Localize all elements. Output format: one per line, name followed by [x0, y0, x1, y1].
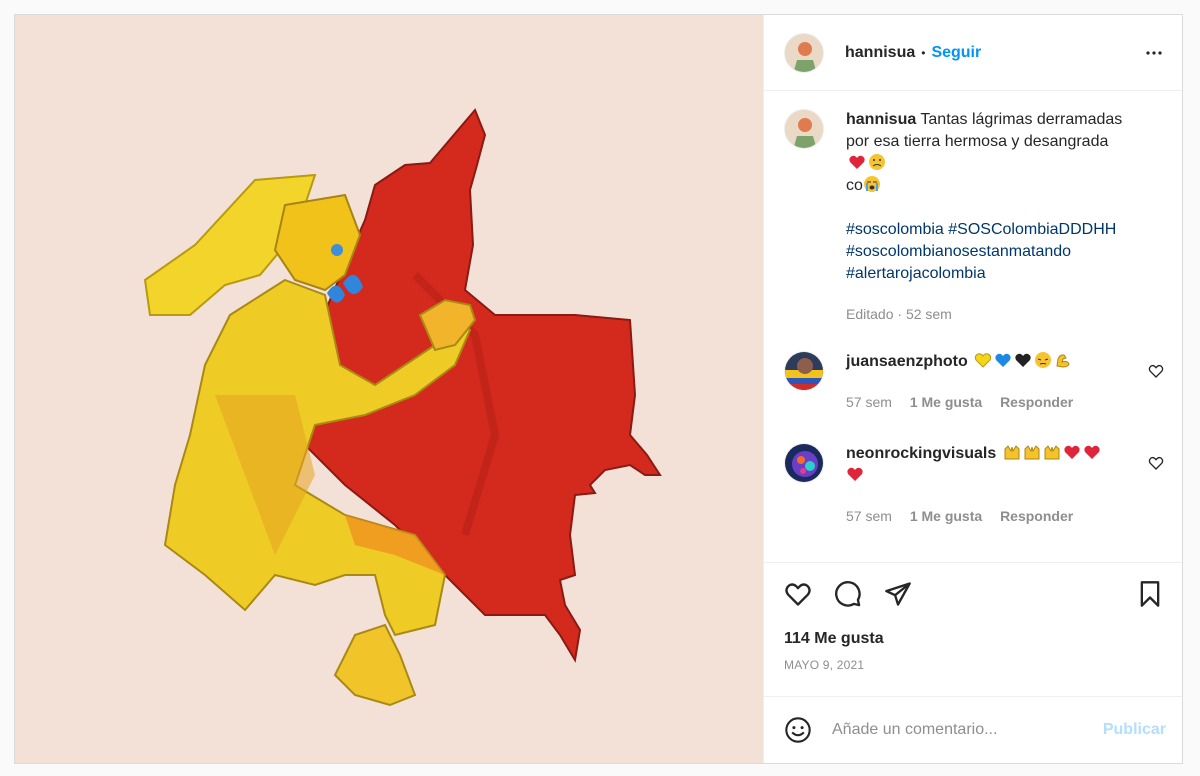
comment-item: neonrockingvisuals 57 sem 1 Me gusta Res… — [784, 443, 1166, 527]
action-bar — [764, 562, 1182, 624]
raising-hands-icon — [1043, 443, 1061, 461]
caption: hannisua Tantas lágrimas derramadas por … — [784, 109, 1166, 325]
heart-emoji — [848, 153, 866, 171]
hashtag-line-3[interactable]: #alertarojacolombia — [846, 263, 1166, 285]
artwork-painting — [143, 108, 662, 707]
comment-body: juansaenzphoto 57 sem 1 Me gusta Respond… — [846, 351, 1166, 413]
avatar-image — [785, 33, 823, 72]
crying-emoji — [863, 175, 881, 193]
author-username[interactable]: hannisua — [845, 44, 915, 62]
comment-time[interactable]: 57 sem — [846, 394, 892, 410]
comment-likes[interactable]: 1 Me gusta — [910, 394, 982, 410]
caption-meta: Editado · 52 sem — [846, 306, 952, 322]
pensive-face-icon — [1034, 351, 1052, 369]
comment-body: neonrockingvisuals 57 sem 1 Me gusta Res… — [846, 443, 1166, 527]
bookmark-icon[interactable] — [1134, 578, 1166, 610]
comment-item: juansaenzphoto 57 sem 1 Me gusta Respond… — [784, 351, 1166, 413]
commenter-username[interactable]: juansaenzphoto — [846, 353, 968, 370]
sad-emoji — [868, 153, 886, 171]
red-heart-icon — [1083, 443, 1101, 461]
likes-count[interactable]: 114 Me gusta — [764, 624, 1182, 654]
comment-time[interactable]: 57 sem — [846, 508, 892, 524]
comment-emojis — [972, 351, 1072, 370]
add-comment-bar: Publicar — [764, 696, 1182, 763]
caption-line-3: co — [846, 177, 863, 194]
caption-username[interactable]: hannisua — [846, 111, 916, 128]
like-comment-heart-icon[interactable] — [1148, 363, 1164, 379]
publish-button[interactable]: Publicar — [1103, 721, 1166, 739]
hashtag-line-2[interactable]: #soscolombianosestanmatando — [846, 241, 1166, 263]
caption-line-1: Tantas lágrimas derramadas — [920, 111, 1123, 128]
blue-heart-icon — [994, 351, 1012, 369]
author-avatar[interactable] — [784, 32, 824, 73]
hashtag-line-1[interactable]: #soscolombia #SOSColombiaDDDHH — [846, 219, 1166, 241]
more-options-icon[interactable] — [1142, 41, 1166, 65]
post-dialog: hannisua • Seguir hannisua Tantas lágrim… — [14, 14, 1183, 764]
comment-meta: 57 sem 1 Me gusta Responder — [846, 505, 1166, 527]
like-comment-heart-icon[interactable] — [1148, 455, 1164, 471]
foot-shape — [333, 623, 417, 707]
comment-input[interactable] — [832, 721, 1103, 739]
comment-likes[interactable]: 1 Me gusta — [910, 508, 982, 524]
caption-body: hannisua Tantas lágrimas derramadas por … — [846, 109, 1166, 325]
red-heart-icon — [1063, 443, 1081, 461]
caption-time[interactable]: 52 sem — [906, 306, 952, 322]
commenter-avatar[interactable] — [784, 443, 824, 483]
red-heart-icon — [846, 465, 864, 483]
smiley-icon[interactable] — [784, 716, 812, 744]
post-header: hannisua • Seguir — [764, 15, 1182, 91]
commenter-username[interactable]: neonrockingvisuals — [846, 445, 996, 462]
comment-bubble-icon[interactable] — [832, 578, 864, 610]
post-sidebar: hannisua • Seguir hannisua Tantas lágrim… — [764, 15, 1182, 763]
edited-label: Editado — [846, 306, 894, 322]
caption-line-2: por esa tierra hermosa y desangrada — [846, 133, 1109, 150]
commenter-avatar[interactable] — [784, 351, 824, 391]
follow-button[interactable]: Seguir — [931, 44, 981, 62]
caption-avatar[interactable] — [784, 109, 824, 149]
separator-dot: • — [921, 45, 926, 60]
post-date[interactable]: MAYO 9, 2021 — [764, 654, 1182, 696]
yellow-heart-icon — [974, 351, 992, 369]
reply-button[interactable]: Responder — [1000, 508, 1073, 524]
raising-hands-icon — [1003, 443, 1021, 461]
paper-plane-icon[interactable] — [882, 578, 914, 610]
post-image[interactable] — [15, 15, 764, 763]
black-heart-icon — [1014, 351, 1032, 369]
reply-button[interactable]: Responder — [1000, 394, 1073, 410]
comments-section: hannisua Tantas lágrimas derramadas por … — [764, 91, 1182, 562]
comment-meta: 57 sem 1 Me gusta Responder — [846, 391, 1166, 413]
heart-icon[interactable] — [782, 578, 814, 610]
raising-hands-icon — [1023, 443, 1041, 461]
flexed-bicep-icon — [1054, 351, 1072, 369]
